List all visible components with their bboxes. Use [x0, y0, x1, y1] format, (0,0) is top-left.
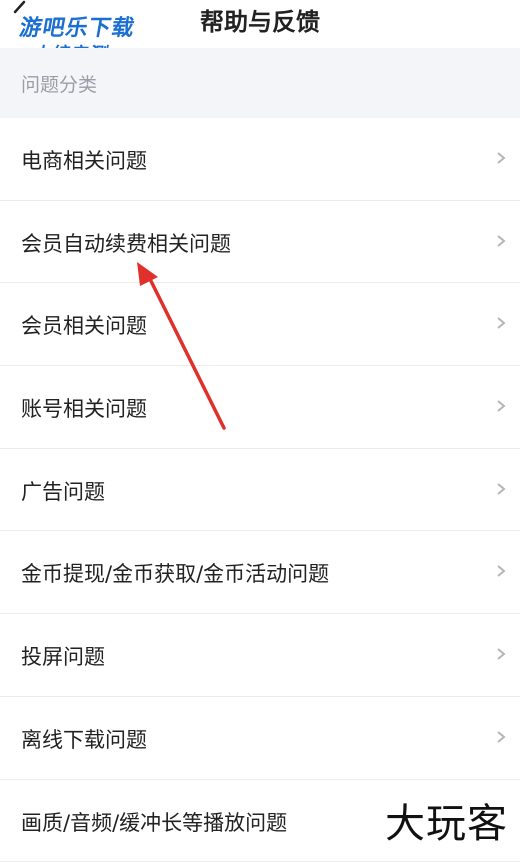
- annotation-red-arrow: [0, 0, 520, 861]
- watermark-logo-bottom: 大玩客: [385, 791, 508, 849]
